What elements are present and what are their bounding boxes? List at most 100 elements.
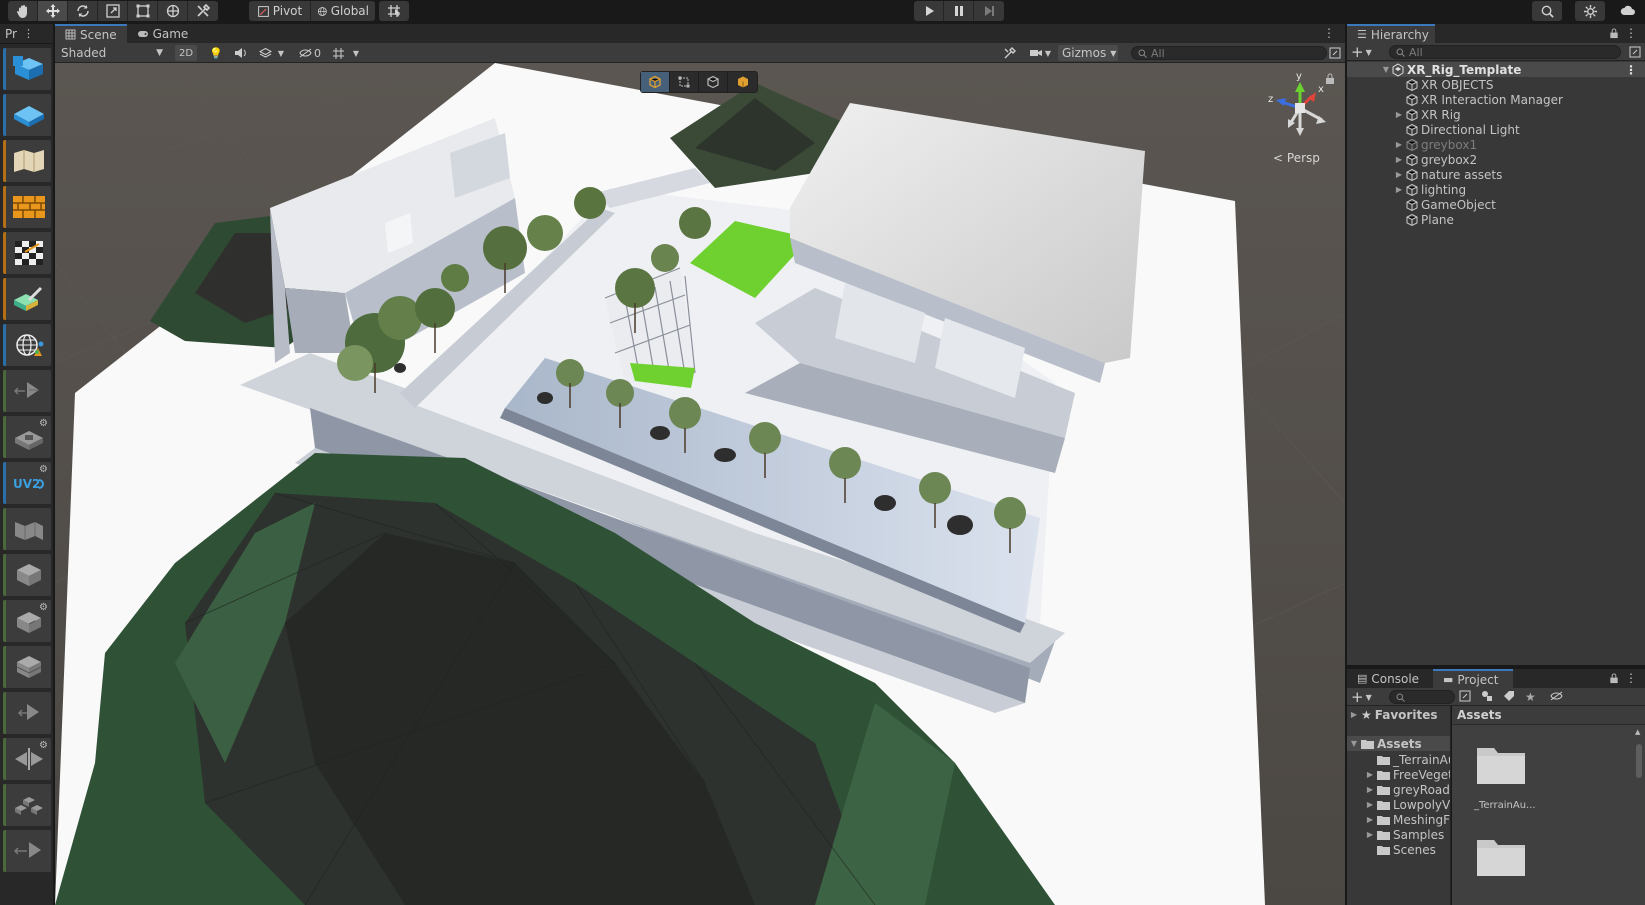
folder-item-scenes[interactable]: Scenes — [1347, 842, 1436, 857]
smoothing-button[interactable] — [3, 140, 51, 182]
tools-toggle[interactable] — [999, 45, 1019, 61]
gizmos-dropdown[interactable]: Gizmos ▼ — [1058, 45, 1118, 61]
cloud-button[interactable] — [1614, 1, 1642, 21]
expand-arrow-icon[interactable]: ▶ — [1363, 830, 1377, 839]
grid-toggle[interactable] — [328, 45, 348, 61]
vertex-mode-button[interactable] — [670, 72, 699, 92]
edge-mode-button[interactable] — [699, 72, 728, 92]
merge-button[interactable] — [3, 554, 51, 596]
effects-toggle[interactable] — [255, 45, 275, 61]
probuilder-tab[interactable]: Pr ⋮ — [0, 24, 53, 44]
search-button[interactable] — [1532, 1, 1562, 21]
flip-normals-button[interactable] — [3, 508, 51, 550]
create-dropdown[interactable]: + ▼ — [1351, 44, 1379, 60]
audio-toggle[interactable] — [230, 45, 250, 61]
folder-item-samples[interactable]: ▶ Samples — [1347, 827, 1444, 842]
face-mode-button[interactable] — [728, 72, 757, 92]
hierarchy-item-directional-light[interactable]: Directional Light — [1347, 122, 1645, 137]
rect-tool-button[interactable] — [128, 1, 158, 21]
scene-search-input[interactable]: All — [1131, 46, 1327, 60]
hierarchy-search-input[interactable]: All — [1389, 45, 1621, 59]
hierarchy-item-xr-interaction-manager[interactable]: XR Interaction Manager — [1347, 92, 1645, 107]
asset-folder-icon[interactable] — [1475, 744, 1527, 786]
subdivide-button[interactable] — [3, 646, 51, 688]
hierarchy-scene-root[interactable]: ▼ XR_Rig_Template ⋮ — [1347, 62, 1645, 77]
expand-arrow-icon[interactable]: ▶ — [1363, 800, 1377, 809]
expand-arrow-icon[interactable]: ▶ — [1393, 110, 1405, 119]
expand-arrow-icon[interactable]: ▼ — [1381, 65, 1391, 74]
uv2-settings-icon[interactable]: ⚙ — [39, 464, 48, 475]
selection-mode-button[interactable] — [3, 324, 51, 366]
conform-button[interactable]: ⚙ — [3, 600, 51, 642]
folder-item-greyroads[interactable]: ▶ greyRoadS — [1347, 782, 1450, 797]
expand-arrow-icon[interactable]: ▶ — [1393, 155, 1405, 164]
folder-item-freevegeta[interactable]: ▶ FreeVegeta — [1347, 767, 1450, 782]
folder-item-terrainau[interactable]: _TerrainAu — [1347, 752, 1450, 767]
folder-item-meshingfe[interactable]: ▶ MeshingFe — [1347, 812, 1450, 827]
folder-item-lowpolyve[interactable]: ▶ LowpolyVe — [1347, 797, 1450, 812]
tab-scene[interactable]: Scene — [55, 24, 127, 43]
asset-folder-icon[interactable] — [1475, 836, 1527, 878]
settings-button[interactable] — [1575, 1, 1605, 21]
favorites-section[interactable]: ▶ ★ Favorites — [1347, 707, 1450, 722]
tab-hierarchy[interactable]: ☰ Hierarchy — [1347, 24, 1435, 43]
material-editor-button[interactable] — [3, 186, 51, 228]
grid-snap-button[interactable] — [379, 1, 409, 21]
uv2-button[interactable]: ⚙ UV2 — [3, 462, 51, 504]
draw-mode-dropdown[interactable]: Shaded ▼ — [57, 45, 167, 61]
move-tool-button[interactable] — [38, 1, 68, 21]
expand-arrow-icon[interactable]: ▶ — [1363, 770, 1377, 779]
pause-button[interactable] — [944, 1, 974, 21]
scrollbar-thumb[interactable] — [1636, 744, 1642, 778]
expand-arrow-icon[interactable]: ▶ — [1363, 785, 1377, 794]
project-menu-icon[interactable]: ⋮ — [1625, 671, 1637, 685]
grid-dropdown[interactable]: ▼ — [349, 45, 363, 61]
expand-arrow-icon[interactable]: ▶ — [1393, 140, 1405, 149]
new-poly-shape-button[interactable] — [3, 94, 51, 136]
play-button[interactable] — [914, 1, 944, 21]
camera-dropdown[interactable]: ▼ — [1025, 45, 1055, 61]
hand-tool-button[interactable] — [8, 1, 38, 21]
project-lock-icon[interactable] — [1609, 673, 1619, 684]
center-pivot-button[interactable] — [3, 784, 51, 826]
panel-menu-icon[interactable]: ⋮ — [23, 27, 34, 40]
global-button[interactable]: Global — [311, 1, 375, 21]
project-create-dropdown[interactable]: + ▼ — [1351, 689, 1379, 705]
scroll-up-icon[interactable]: ▲ — [1635, 728, 1640, 736]
bevel-button[interactable]: ⚙ — [3, 416, 51, 458]
search-by-label-button[interactable] — [1481, 690, 1497, 704]
lock-icon[interactable] — [1325, 73, 1335, 85]
hierarchy-item-greybox2[interactable]: ▶ greybox2 — [1347, 152, 1645, 167]
expand-arrow-icon[interactable]: ▶ — [1393, 170, 1405, 179]
transform-tool-button[interactable] — [158, 1, 188, 21]
tab-console[interactable]: ▤ Console — [1347, 669, 1433, 688]
uv-editor-button[interactable] — [3, 232, 51, 274]
expand-arrow-icon[interactable]: ▶ — [1393, 185, 1405, 194]
triangulate-button[interactable] — [3, 830, 51, 872]
tag-button[interactable] — [1503, 690, 1519, 704]
hierarchy-item-xr-rig[interactable]: ▶ XR Rig — [1347, 107, 1645, 122]
hierarchy-item-greybox1[interactable]: ▶ greybox1 — [1347, 137, 1645, 152]
hierarchy-item-nature-assets[interactable]: ▶ nature assets — [1347, 167, 1645, 182]
hidden-packages-button[interactable] — [1550, 690, 1566, 704]
scene-root-menu-icon[interactable]: ⋮ — [1625, 63, 1637, 77]
favorites-button[interactable]: ★ — [1525, 690, 1541, 704]
effects-dropdown[interactable]: ▼ — [275, 45, 287, 61]
detach-button[interactable] — [3, 692, 51, 734]
custom-tool-button[interactable] — [188, 1, 218, 21]
search-by-type-button[interactable] — [1459, 690, 1475, 704]
mirror-button[interactable]: ⚙ — [3, 738, 51, 780]
hierarchy-item-gameobject[interactable]: GameObject — [1347, 197, 1645, 212]
object-mode-button[interactable] — [641, 72, 670, 92]
new-shape-button[interactable] — [3, 48, 51, 90]
assets-root-folder[interactable]: ▼ Assets — [1347, 736, 1450, 751]
tab-game[interactable]: Game — [127, 24, 199, 43]
hierarchy-item-lighting[interactable]: ▶ lighting — [1347, 182, 1645, 197]
project-search-input[interactable] — [1389, 690, 1455, 704]
search-mode-icon[interactable] — [1629, 46, 1641, 58]
tab-project[interactable]: ▬ Project — [1433, 669, 1513, 688]
scene-viewport[interactable]: y z x < Persp — [55, 63, 1345, 905]
scale-tool-button[interactable] — [98, 1, 128, 21]
step-button[interactable] — [974, 1, 1004, 21]
extrude-button[interactable] — [3, 370, 51, 412]
